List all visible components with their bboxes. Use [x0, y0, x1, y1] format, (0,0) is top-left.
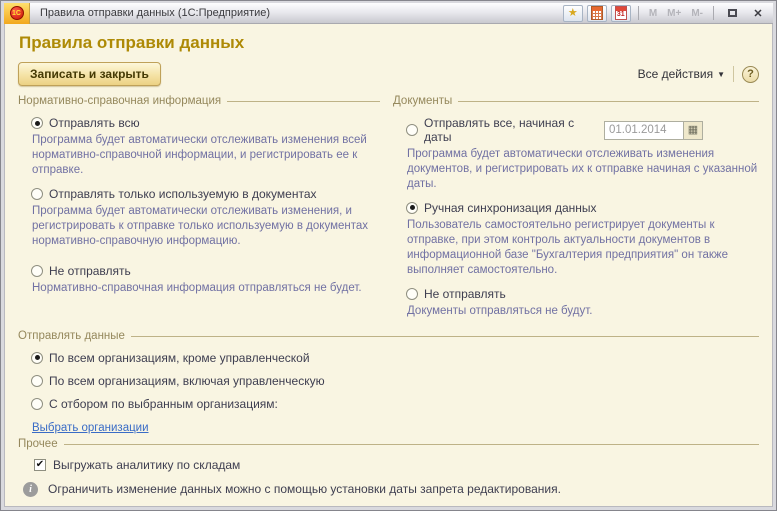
radio-selected-orgs[interactable]: С отбором по выбранным организациям: [31, 397, 759, 411]
radio-icon [31, 375, 43, 387]
titlebar-controls: ★ 31 M M+ M- ✕ [563, 5, 773, 22]
radio-icon [31, 398, 43, 410]
info-row: i Ограничить изменение данных можно с по… [23, 482, 759, 497]
radio-label: Отправлять только используемую в докумен… [49, 187, 317, 201]
checkbox-label: Выгружать аналитику по складам [53, 458, 240, 472]
radio-label: Не отправлять [424, 287, 506, 301]
radio-label: По всем организациям, включая управленче… [49, 374, 325, 388]
nsi-send-all-description: Программа будет автоматически отслеживат… [32, 133, 380, 178]
group-documents-header: Документы [393, 95, 759, 107]
radio-icon [406, 124, 418, 136]
group-other-title: Прочее [18, 438, 64, 450]
star-icon: ★ [568, 8, 578, 19]
date-field-group: ▦ [604, 121, 703, 140]
group-header-line [131, 336, 759, 337]
checkbox-export-warehouse-analytics[interactable]: ✔ Выгружать аналитику по складам [34, 458, 759, 472]
radio-label: Не отправлять [49, 264, 131, 278]
group-header-line [64, 444, 759, 445]
radio-all-orgs-except-management[interactable]: По всем организациям, кроме управленческ… [31, 351, 759, 365]
radio-label: Отправлять все, начиная с даты [424, 116, 598, 144]
memory-m-minus-button[interactable]: M- [688, 8, 706, 19]
command-bar-separator [733, 66, 734, 82]
radio-icon [31, 188, 43, 200]
radio-nsi-send-used[interactable]: Отправлять только используемую в докумен… [31, 187, 380, 201]
group-send-data-header: Отправлять данные [18, 330, 759, 342]
group-header-line [227, 101, 380, 102]
calendar-icon: 31 [615, 6, 627, 20]
radio-docs-send-from-date[interactable]: Отправлять все, начиная с даты ▦ [406, 116, 759, 144]
radio-icon [31, 352, 43, 364]
memory-m-button[interactable]: M [646, 8, 660, 19]
radio-docs-manual-sync[interactable]: Ручная синхронизация данных [406, 201, 759, 215]
group-other-header: Прочее [18, 438, 759, 450]
titlebar-separator [638, 6, 639, 20]
group-nsi: Нормативно-справочная информация Отправл… [18, 93, 380, 328]
docs-send-from-date-description: Программа будет автоматически отслеживат… [407, 147, 759, 192]
group-send-data: Отправлять данные По всем организациям, … [18, 330, 759, 436]
start-date-input[interactable] [604, 121, 684, 140]
radio-all-orgs-including-management[interactable]: По всем организациям, включая управленче… [31, 374, 759, 388]
calculator-icon [591, 6, 603, 20]
favorites-button[interactable]: ★ [563, 5, 583, 22]
group-send-data-title: Отправлять данные [18, 330, 131, 342]
all-actions-label: Все действия [638, 67, 713, 81]
radio-icon [31, 117, 43, 129]
top-columns: Нормативно-справочная информация Отправл… [18, 93, 759, 328]
app-logo: 1С [4, 3, 30, 24]
window-title: Правила отправки данных (1С:Предприятие) [40, 7, 270, 19]
radio-icon [406, 288, 418, 300]
maximize-icon [728, 9, 737, 17]
radio-icon [406, 202, 418, 214]
titlebar-separator [713, 6, 714, 20]
docs-manual-sync-description: Пользователь самостоятельно регистрирует… [407, 218, 759, 278]
group-documents: Документы Отправлять все, начиная с даты… [393, 93, 759, 328]
save-and-close-button[interactable]: Записать и закрыть [18, 62, 161, 86]
radio-icon [31, 265, 43, 277]
docs-no-send-description: Документы отправляться не будут. [407, 304, 759, 319]
maximize-button[interactable] [721, 5, 743, 22]
radio-nsi-no-send[interactable]: Не отправлять [31, 264, 380, 278]
memory-m-plus-button[interactable]: M+ [664, 8, 684, 19]
radio-label: С отбором по выбранным организациям: [49, 397, 278, 411]
calendar-button[interactable]: 31 [611, 5, 631, 22]
command-bar: Записать и закрыть Все действия ▼ ? [18, 62, 759, 86]
radio-label: По всем организациям, кроме управленческ… [49, 351, 310, 365]
select-organizations-link[interactable]: Выбрать организации [32, 422, 149, 434]
info-text: Ограничить изменение данных можно с помо… [48, 482, 561, 496]
page-title: Правила отправки данных [19, 33, 759, 53]
group-nsi-header: Нормативно-справочная информация [18, 95, 380, 107]
group-other: Прочее ✔ Выгружать аналитику по складам … [18, 438, 759, 508]
nsi-send-used-description: Программа будет автоматически отслеживат… [32, 204, 380, 249]
app-window: 1С Правила отправки данных (1С:Предприят… [0, 0, 777, 511]
group-header-line [458, 101, 759, 102]
group-nsi-title: Нормативно-справочная информация [18, 95, 227, 107]
calendar-grid-icon: ▦ [688, 125, 698, 136]
nsi-no-send-description: Нормативно-справочная информация отправл… [32, 281, 380, 296]
radio-label: Отправлять всю [49, 116, 140, 130]
radio-label: Ручная синхронизация данных [424, 201, 597, 215]
form-content: Правила отправки данных Записать и закры… [4, 24, 773, 507]
radio-docs-no-send[interactable]: Не отправлять [406, 287, 759, 301]
info-icon: i [23, 482, 38, 497]
close-button[interactable]: ✕ [747, 5, 769, 22]
checkbox-icon: ✔ [34, 459, 46, 471]
calculator-button[interactable] [587, 5, 607, 22]
group-documents-title: Документы [393, 95, 458, 107]
titlebar: 1С Правила отправки данных (1С:Предприят… [4, 3, 773, 24]
radio-nsi-send-all[interactable]: Отправлять всю [31, 116, 380, 130]
all-actions-button[interactable]: Все действия ▼ [638, 67, 725, 81]
help-button[interactable]: ? [742, 66, 759, 83]
date-picker-button[interactable]: ▦ [684, 121, 703, 140]
1c-logo-icon: 1С [10, 6, 24, 20]
chevron-down-icon: ▼ [717, 70, 725, 79]
